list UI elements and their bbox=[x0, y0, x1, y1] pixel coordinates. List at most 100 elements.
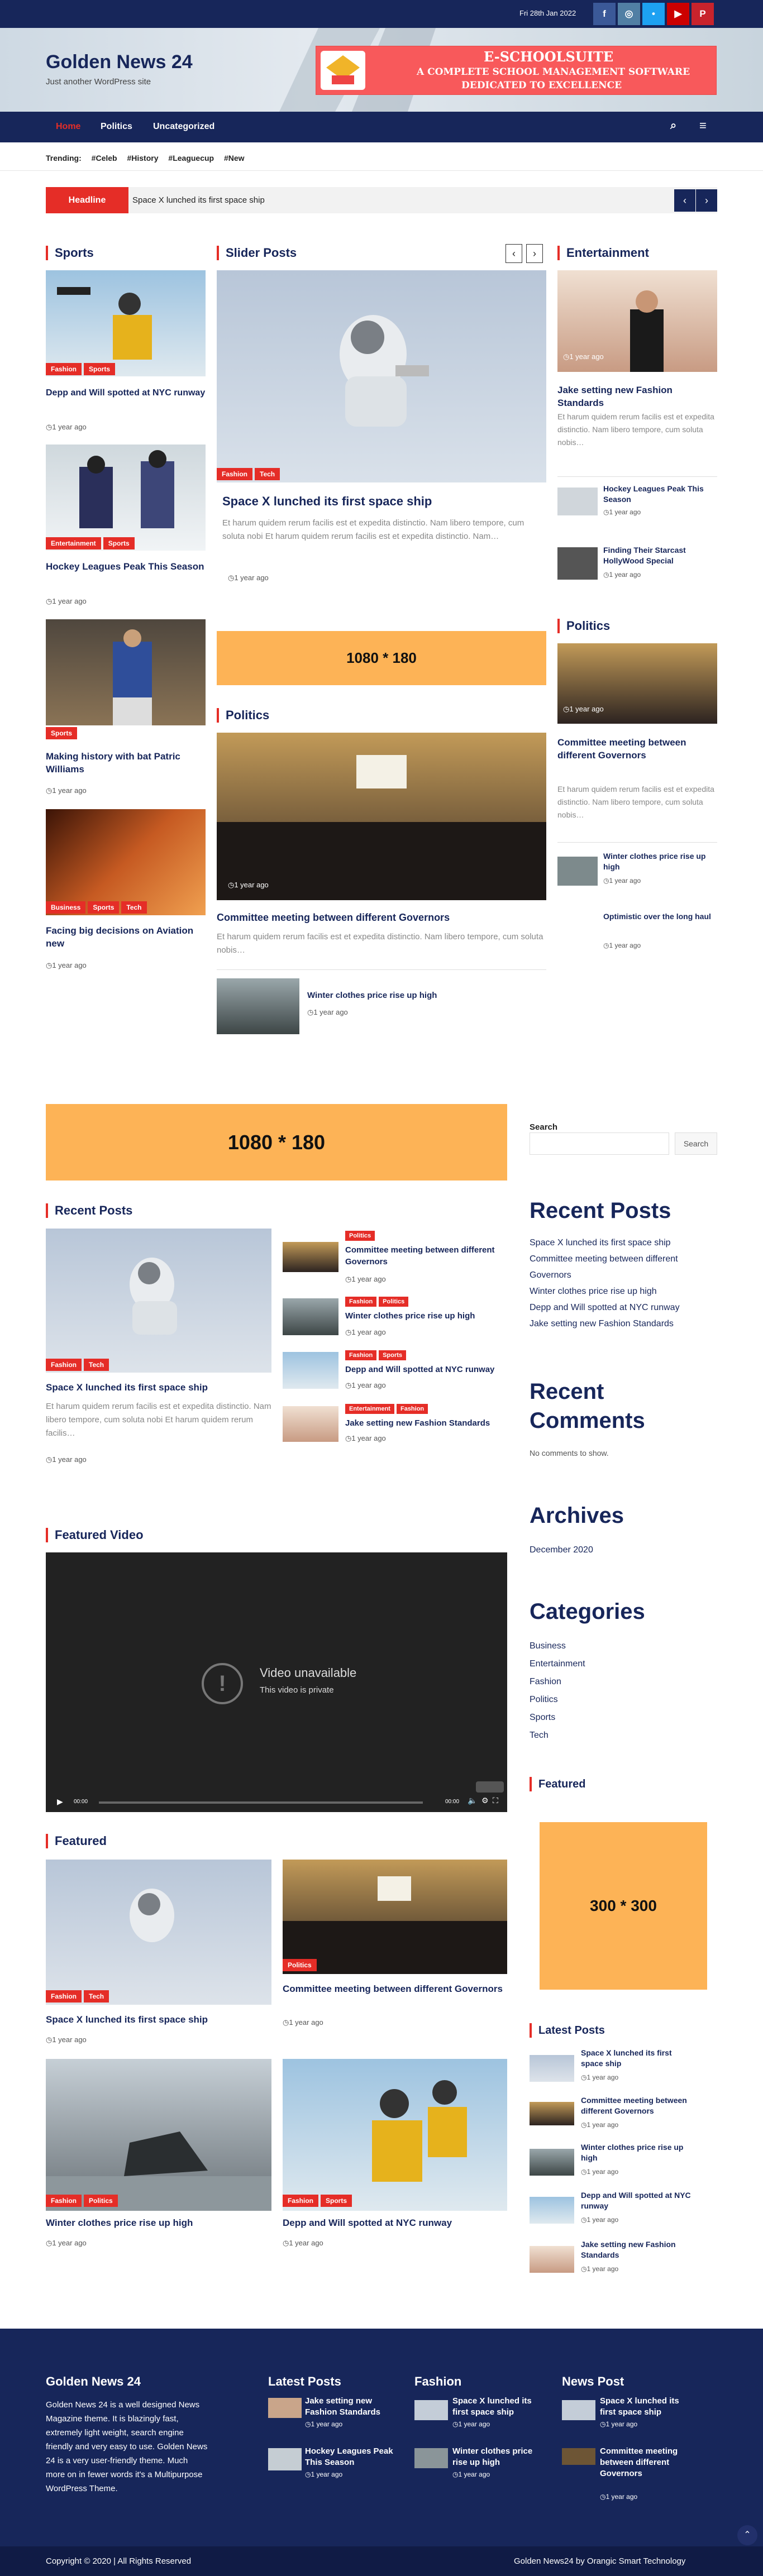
category-item[interactable]: Business bbox=[530, 1637, 585, 1655]
post-title[interactable]: Making history with bat Patric Williams bbox=[46, 750, 206, 776]
post-thumbnail[interactable] bbox=[46, 619, 206, 725]
post-title[interactable]: Committee meeting between different Gove… bbox=[217, 912, 546, 924]
post-thumbnail[interactable] bbox=[414, 2400, 448, 2420]
volume-icon[interactable]: 🔈 bbox=[468, 1796, 477, 1805]
post-thumbnail[interactable] bbox=[562, 2400, 595, 2420]
post-thumbnail[interactable] bbox=[268, 2448, 302, 2470]
post-title[interactable]: Hockey Leagues Peak This Season bbox=[603, 484, 715, 505]
category-item[interactable]: Politics bbox=[530, 1691, 585, 1709]
post-title[interactable]: Jake setting new Fashion Standards bbox=[557, 384, 717, 409]
tag[interactable]: Fashion bbox=[283, 2195, 319, 2207]
settings-icon[interactable]: ⚙ bbox=[481, 1796, 489, 1805]
post-title[interactable]: Winter clothes price rise up high bbox=[345, 1310, 502, 1322]
tag[interactable]: Sports bbox=[103, 537, 135, 549]
tag[interactable]: Fashion bbox=[46, 2195, 82, 2207]
fullscreen-icon[interactable]: ⛶ bbox=[493, 1796, 498, 1805]
ad-placeholder[interactable]: 1080 * 180 bbox=[217, 631, 546, 685]
post-title[interactable]: Winter clothes price rise up high bbox=[452, 2446, 547, 2468]
headline-text[interactable]: Space X lunched its first space ship bbox=[132, 195, 265, 205]
post-title[interactable]: Space X lunched its first space ship bbox=[600, 2396, 695, 2418]
trending-tag[interactable]: #Celeb bbox=[92, 154, 117, 163]
slider-image[interactable] bbox=[217, 270, 546, 482]
post-title[interactable]: Space X lunched its first space ship bbox=[46, 2014, 271, 2025]
video-player[interactable]: ! Video unavailable This video is privat… bbox=[46, 1552, 507, 1812]
post-title[interactable]: Finding Their Starcast HollyWood Special bbox=[603, 545, 715, 566]
category-item[interactable]: Entertainment bbox=[530, 1655, 585, 1673]
post-title[interactable]: Space X lunched its first space ship bbox=[452, 2396, 547, 2418]
post-thumbnail[interactable] bbox=[283, 2059, 507, 2211]
post-title[interactable]: Facing big decisions on Aviation new bbox=[46, 924, 206, 950]
search-icon[interactable]: ⌕ bbox=[670, 120, 676, 132]
sidebar-recent-item[interactable]: Space X lunched its first space ship bbox=[530, 1235, 717, 1251]
play-icon[interactable]: ▶ bbox=[57, 1797, 63, 1806]
post-title[interactable]: Depp and Will spotted at NYC runway bbox=[345, 1364, 502, 1375]
tag[interactable]: Politics bbox=[379, 1297, 409, 1307]
instagram-icon[interactable]: ◎ bbox=[618, 3, 640, 25]
tag[interactable]: Entertainment bbox=[345, 1404, 394, 1414]
post-title[interactable]: Jake setting new Fashion Standards bbox=[345, 1417, 502, 1429]
post-thumbnail[interactable] bbox=[557, 857, 598, 886]
post-thumbnail[interactable] bbox=[530, 2055, 574, 2082]
trending-tag[interactable]: #History bbox=[127, 154, 158, 163]
tag[interactable]: Fashion bbox=[345, 1350, 377, 1360]
sidebar-recent-item[interactable]: Winter clothes price rise up high bbox=[530, 1283, 717, 1299]
tag[interactable]: Tech bbox=[121, 901, 147, 914]
post-title[interactable]: Depp and Will spotted at NYC runway bbox=[581, 2190, 709, 2211]
tag[interactable]: Politics bbox=[345, 1231, 375, 1241]
post-title[interactable]: Committee meeting between different Gove… bbox=[283, 1982, 507, 1996]
youtube-logo[interactable] bbox=[476, 1781, 504, 1793]
post-thumbnail[interactable] bbox=[557, 488, 598, 515]
tag[interactable]: Fashion bbox=[46, 1359, 82, 1371]
post-title[interactable]: Winter clothes price rise up high bbox=[603, 851, 715, 872]
post-thumbnail[interactable] bbox=[217, 978, 299, 1034]
video-progress-bar[interactable] bbox=[99, 1801, 423, 1804]
search-button[interactable]: Search bbox=[675, 1132, 717, 1155]
nav-item-politics[interactable]: Politics bbox=[101, 122, 132, 132]
tag[interactable]: Sports bbox=[379, 1350, 407, 1360]
youtube-icon[interactable]: ▶ bbox=[667, 3, 689, 25]
trending-tag[interactable]: #Leaguecup bbox=[168, 154, 214, 163]
headline-prev-icon[interactable]: ‹ bbox=[674, 189, 695, 212]
tag[interactable]: Politics bbox=[283, 1959, 317, 1971]
post-thumbnail[interactable] bbox=[530, 2197, 574, 2224]
tag[interactable]: Sports bbox=[321, 2195, 352, 2207]
post-thumbnail[interactable] bbox=[283, 1298, 338, 1335]
post-title[interactable]: Committee meeting between different Gove… bbox=[557, 736, 717, 762]
sidebar-recent-item[interactable]: Depp and Will spotted at NYC runway bbox=[530, 1299, 717, 1316]
post-thumbnail[interactable] bbox=[283, 1406, 338, 1442]
post-thumbnail[interactable] bbox=[46, 1229, 271, 1373]
post-title[interactable]: Space X lunched its first space ship bbox=[581, 2048, 693, 2069]
post-thumbnail[interactable] bbox=[562, 2448, 595, 2465]
scroll-top-icon[interactable]: ⌃ bbox=[737, 2525, 757, 2545]
menu-icon[interactable]: ≡ bbox=[699, 118, 707, 133]
sidebar-ad-placeholder[interactable]: 300 * 300 bbox=[540, 1822, 707, 1990]
post-title[interactable]: Hockey Leagues Peak This Season bbox=[46, 560, 206, 573]
site-title[interactable]: Golden News 24 bbox=[46, 51, 193, 73]
post-title[interactable]: Depp and Will spotted at NYC runway bbox=[46, 387, 206, 399]
category-item[interactable]: Tech bbox=[530, 1727, 585, 1745]
post-thumbnail[interactable] bbox=[268, 2398, 302, 2418]
tag[interactable]: Sports bbox=[46, 727, 78, 739]
tag[interactable]: Fashion bbox=[345, 1297, 377, 1307]
post-title[interactable]: Jake setting new Fashion Standards bbox=[581, 2239, 709, 2260]
tag[interactable]: Politics bbox=[84, 2195, 118, 2207]
tag[interactable]: Tech bbox=[255, 468, 280, 480]
post-title[interactable]: Winter clothes price rise up high bbox=[581, 2142, 693, 2163]
tag[interactable]: Tech bbox=[84, 1359, 109, 1371]
tag[interactable]: Entertainment bbox=[46, 537, 101, 549]
pinterest-icon[interactable]: P bbox=[692, 3, 714, 25]
sidebar-archive-item[interactable]: December 2020 bbox=[530, 1541, 593, 1559]
post-thumbnail[interactable] bbox=[530, 2246, 574, 2273]
post-thumbnail[interactable] bbox=[530, 2149, 574, 2176]
header-ad-banner[interactable]: E-SCHOOLSUITE A COMPLETE SCHOOL MANAGEME… bbox=[316, 46, 717, 95]
post-title[interactable]: Depp and Will spotted at NYC runway bbox=[283, 2217, 507, 2229]
post-title[interactable]: Committee meeting between different Gove… bbox=[600, 2446, 695, 2479]
credit-text[interactable]: Golden News24 by Orangic Smart Technolog… bbox=[514, 2556, 685, 2566]
post-thumbnail[interactable] bbox=[283, 1352, 338, 1389]
post-thumbnail[interactable] bbox=[46, 1860, 271, 2005]
nav-item-home[interactable]: Home bbox=[56, 122, 80, 132]
search-input[interactable] bbox=[530, 1132, 669, 1155]
sidebar-recent-item[interactable]: Jake setting new Fashion Standards bbox=[530, 1316, 717, 1332]
tag[interactable]: Sports bbox=[88, 901, 120, 914]
category-item[interactable]: Fashion bbox=[530, 1673, 585, 1691]
